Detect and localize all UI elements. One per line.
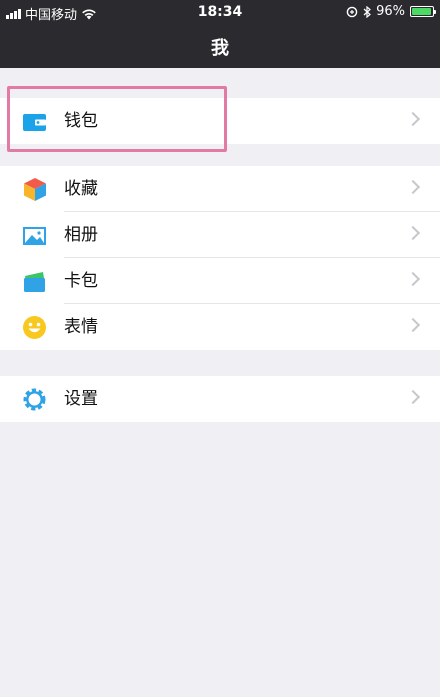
menu-item-label: 相册: [64, 225, 98, 245]
menu-group-settings: 设置: [0, 376, 440, 422]
menu-item-settings[interactable]: 设置: [0, 376, 440, 422]
chevron-right-icon: [405, 111, 421, 127]
chevron-right-icon: [405, 271, 421, 287]
menu-group-content: 收藏 相册 卡包 表情: [0, 166, 440, 350]
menu-item-wallet[interactable]: 钱包: [0, 98, 440, 144]
battery-level-fill: [412, 8, 432, 15]
menu-item-favorites[interactable]: 收藏: [0, 166, 440, 212]
location-lock-icon: [346, 6, 358, 17]
chevron-right-icon: [405, 317, 421, 333]
menu-item-label: 卡包: [64, 271, 98, 291]
page-title: 我: [211, 38, 229, 59]
wallet-icon: [22, 109, 47, 134]
bluetooth-icon: [363, 5, 372, 18]
chevron-right-icon: [405, 225, 421, 241]
card-holder-icon: [22, 269, 47, 294]
battery-percentage: 96%: [376, 4, 405, 19]
chevron-right-icon: [405, 389, 421, 405]
menu-item-album[interactable]: 相册: [0, 212, 440, 258]
menu-group-wallet: 钱包: [0, 98, 440, 144]
chevron-right-icon: [405, 179, 421, 195]
photo-album-icon: [22, 223, 47, 248]
menu-item-label: 收藏: [64, 179, 98, 199]
status-bar: 中国移动 18:34 96%: [0, 0, 440, 24]
smiley-face-icon: [22, 315, 47, 340]
menu-item-stickers[interactable]: 表情: [0, 304, 440, 350]
menu-item-card-holder[interactable]: 卡包: [0, 258, 440, 304]
menu-item-label: 设置: [64, 389, 98, 409]
battery-icon: [410, 6, 436, 17]
menu-item-label: 钱包: [64, 111, 98, 131]
top-bar: 中国移动 18:34 96% 我: [0, 0, 440, 68]
gear-icon: [22, 387, 47, 412]
cube-favorites-icon: [22, 177, 47, 202]
menu-item-label: 表情: [64, 317, 98, 337]
